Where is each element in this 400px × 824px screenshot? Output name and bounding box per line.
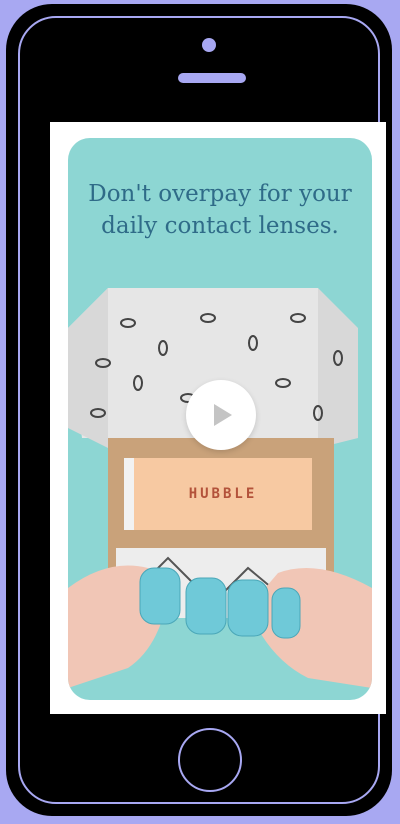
ad-headline: Don't overpay for your daily contact len… (88, 181, 352, 239)
play-icon (214, 404, 232, 426)
video-ad-card[interactable]: Don't overpay for your daily contact len… (68, 138, 372, 700)
phone-frame: Don't overpay for your daily contact len… (6, 4, 392, 816)
home-button[interactable] (178, 728, 242, 792)
brand-box-sleeve: HUBBLE (124, 458, 312, 530)
phone-screen: Don't overpay for your daily contact len… (50, 122, 386, 714)
play-button[interactable] (186, 380, 256, 450)
front-camera-icon (202, 38, 216, 52)
brand-name: HUBBLE (188, 486, 258, 502)
earpiece-speaker (178, 73, 246, 83)
